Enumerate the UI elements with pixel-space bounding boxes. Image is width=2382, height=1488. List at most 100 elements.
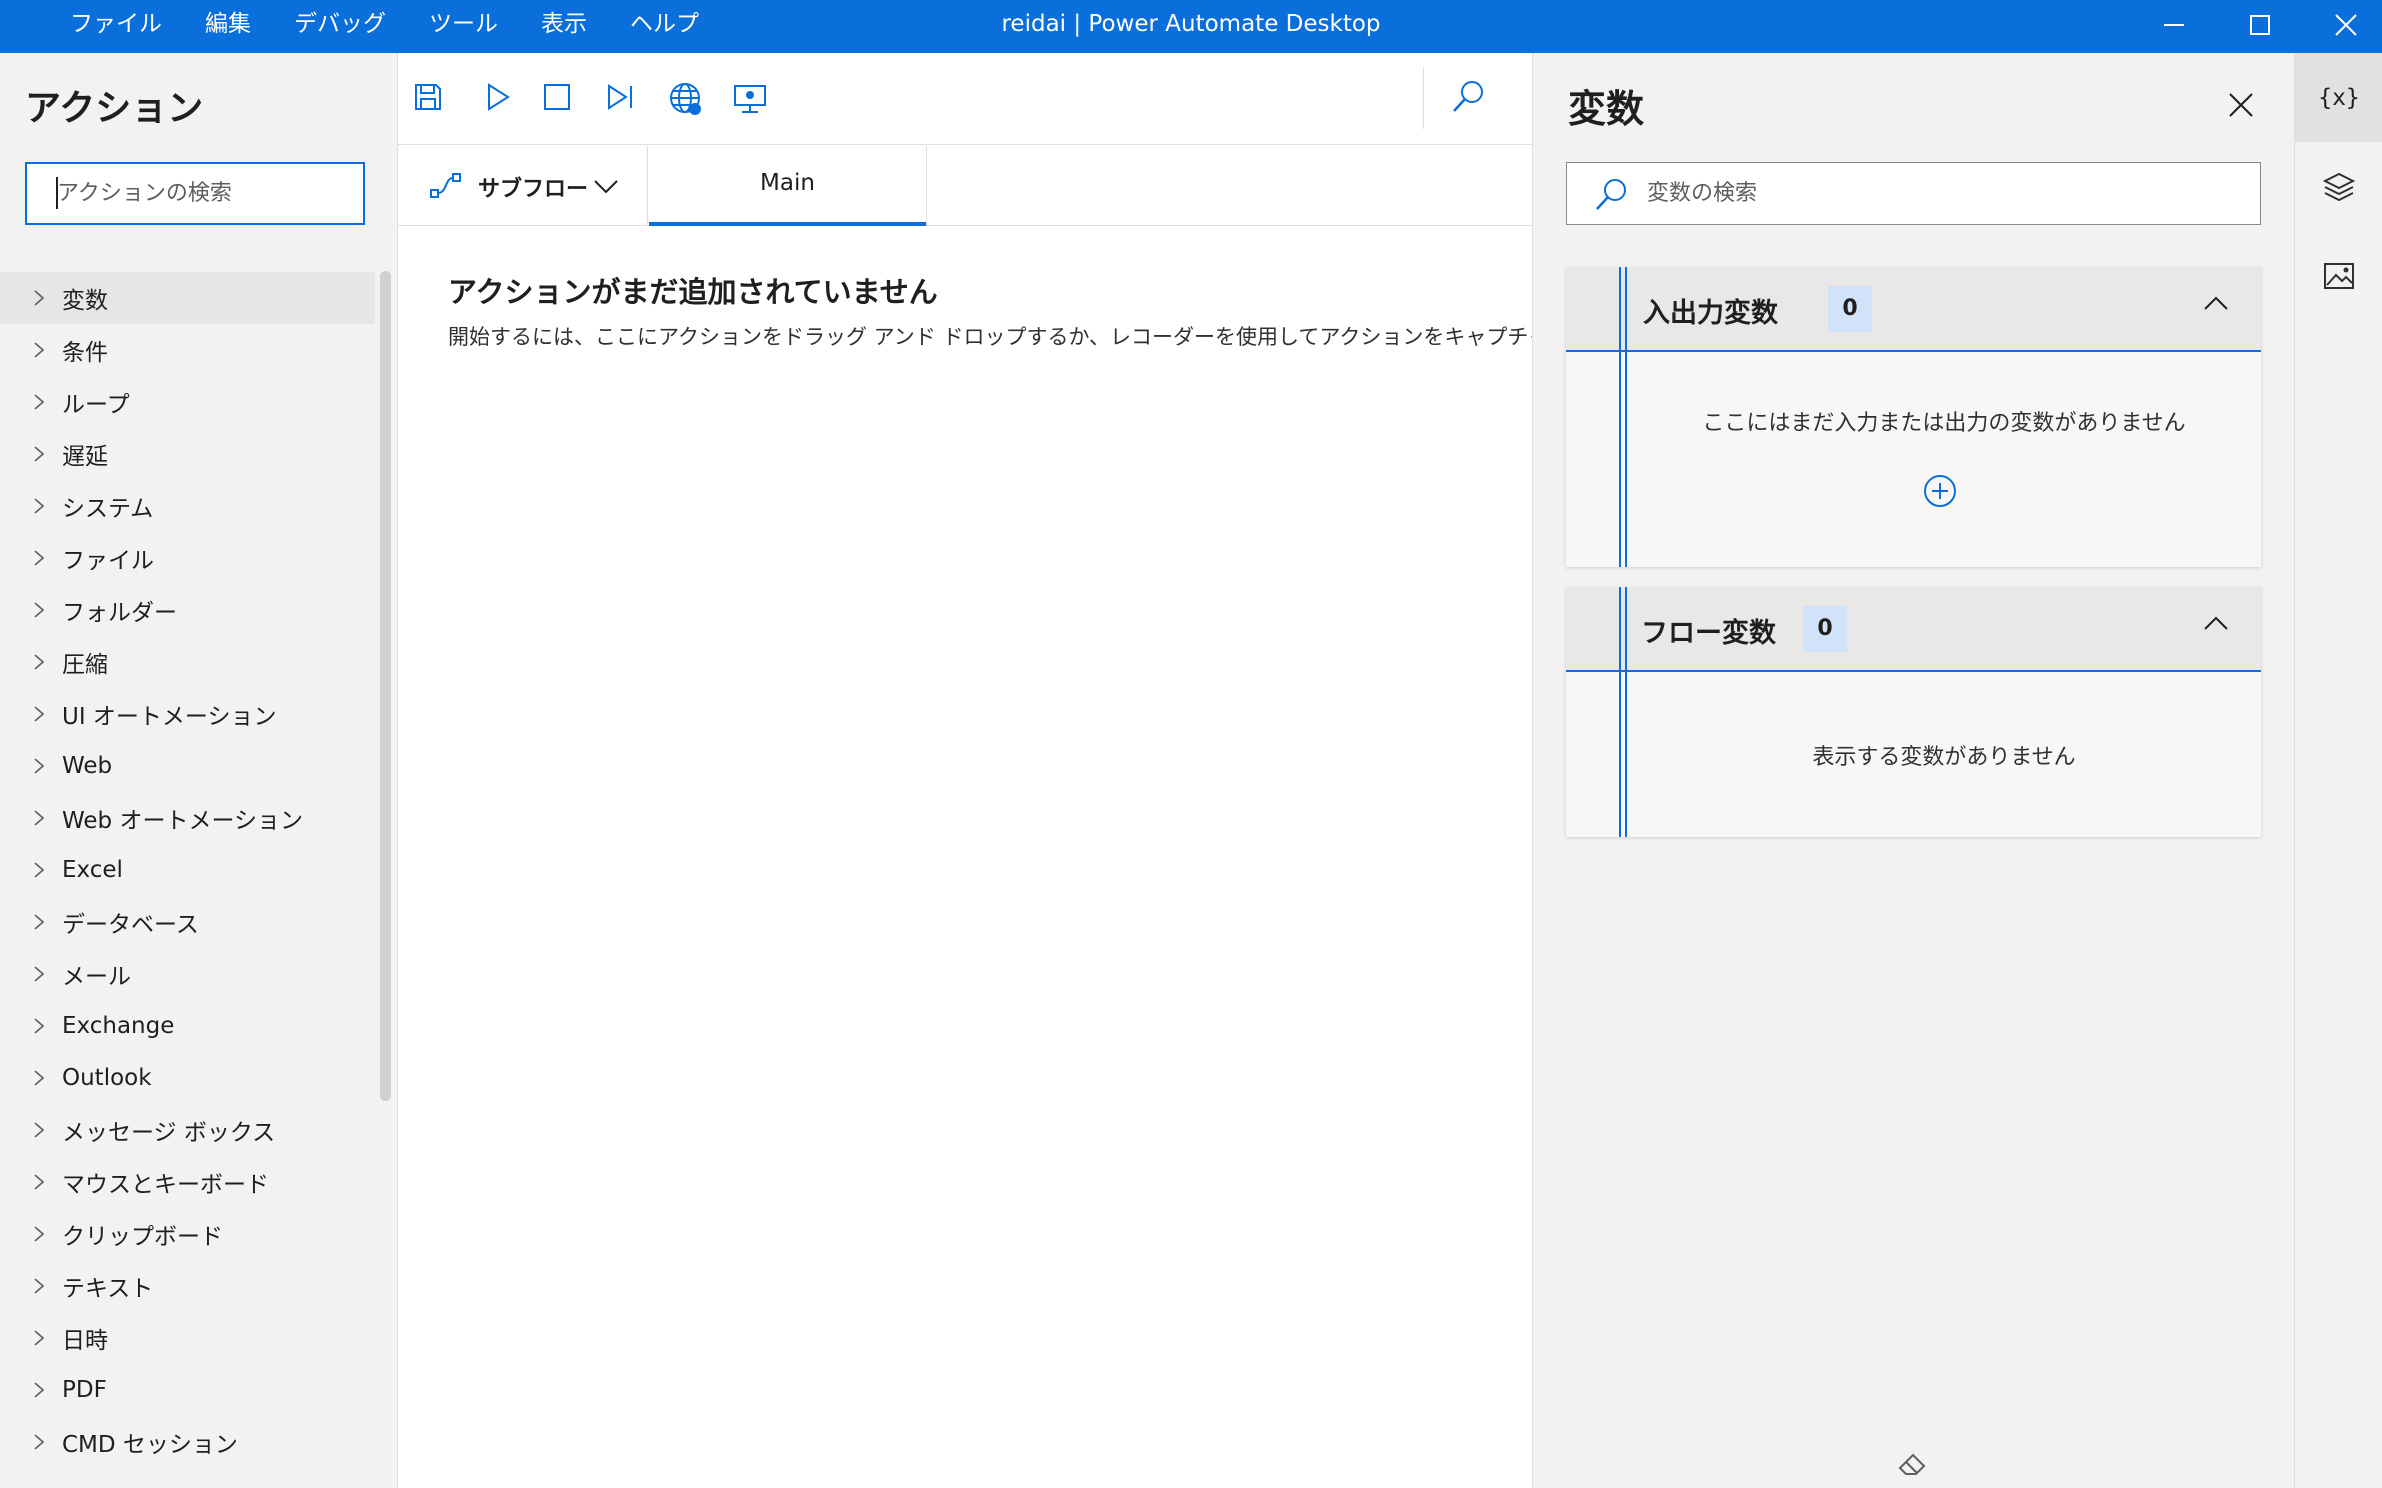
chevron-right-icon — [34, 1330, 45, 1346]
action-category[interactable]: UI オートメーション — [0, 688, 375, 740]
action-category[interactable]: テキスト — [0, 1260, 375, 1312]
chevron-right-icon — [34, 602, 45, 618]
close-icon — [2335, 14, 2357, 36]
variable-search-input[interactable] — [1645, 173, 2235, 213]
variables-panel: 変数 入出力変数 0 ここにはまだ入力または出力の変数がありません — [1532, 53, 2294, 1488]
action-category-label: Outlook — [62, 1065, 152, 1091]
action-tree: 変数条件ループ遅延 システム ファイル フォルダー 圧縮 UI オートメーション Web We… — [0, 272, 375, 1468]
flow-variables-empty-text: 表示する変数がありません — [1812, 745, 2076, 770]
actions-panel-title: アクション — [25, 88, 204, 129]
io-variables-section: 入出力変数 0 ここにはまだ入力または出力の変数がありません — [1566, 267, 2261, 567]
action-category[interactable]: マウスとキーボード — [0, 1156, 375, 1208]
empty-flow-description: 開始するには、ここにアクションをドラッグ アンド ドロップするか、レコーダーを使… — [448, 325, 1613, 349]
action-category-label: テキスト — [62, 1276, 154, 1302]
action-category-label: UI オートメーション — [62, 704, 277, 730]
io-variables-title: 入出力変数 — [1643, 298, 1778, 329]
title-bar: ファイル 編集 デバッグ ツール 表示 ヘルプ reidai | Power A… — [0, 0, 2382, 53]
empty-flow-title: アクションがまだ追加されていません — [448, 275, 938, 309]
variable-search-box — [1566, 162, 2261, 225]
step-forward-icon — [608, 84, 632, 110]
maximize-icon — [2250, 15, 2270, 35]
action-category[interactable]: PDF — [0, 1364, 375, 1416]
chevron-right-icon — [34, 290, 45, 306]
action-category-label: ループ — [62, 392, 130, 418]
menu-view[interactable]: 表示 — [541, 0, 587, 53]
image-icon — [2324, 262, 2354, 289]
chevron-right-icon — [34, 550, 45, 566]
search-flow-button[interactable] — [1450, 79, 1490, 119]
menu-file[interactable]: ファイル — [70, 0, 162, 53]
action-category-label: CMD セッション — [62, 1432, 238, 1458]
menu-debug[interactable]: デバッグ — [294, 0, 386, 53]
close-window-button[interactable] — [2302, 0, 2382, 50]
variables-panel-title: 変数 — [1568, 87, 1645, 131]
run-button[interactable] — [482, 81, 522, 121]
action-category[interactable]: メッセージ ボックス — [0, 1104, 375, 1156]
ui-elements-rail-button[interactable] — [2295, 142, 2382, 231]
action-category[interactable]: ファイル — [0, 532, 375, 584]
chevron-right-icon — [34, 1382, 45, 1398]
actions-panel: アクション 変数条件ループ遅延システムファイルフォルダー圧縮 UI オートメーショ… — [0, 53, 398, 1488]
action-category[interactable]: 条件 — [0, 324, 375, 376]
maximize-button[interactable] — [2216, 0, 2304, 50]
chevron-right-icon — [34, 1174, 45, 1190]
action-category[interactable]: 変数 — [0, 272, 375, 324]
run-next-action-button[interactable] — [604, 81, 644, 121]
subflow-icon — [430, 173, 461, 198]
tab-main[interactable]: Main — [649, 146, 927, 226]
menu-edit[interactable]: 編集 — [205, 0, 251, 53]
action-category[interactable]: Web オートメーション — [0, 792, 375, 844]
add-circle-icon — [1924, 475, 1956, 507]
images-rail-button[interactable] — [2295, 231, 2382, 320]
chevron-right-icon — [34, 758, 45, 774]
minimize-icon — [2164, 24, 2184, 26]
action-search-input[interactable] — [25, 162, 365, 225]
action-category[interactable]: システム — [0, 480, 375, 532]
chevron-right-icon — [34, 1070, 45, 1086]
web-recorder-button[interactable] — [668, 81, 708, 121]
action-category[interactable]: Excel — [0, 844, 375, 896]
action-category-label: クリップボード — [62, 1224, 223, 1250]
chevron-right-icon — [34, 706, 45, 722]
stop-button[interactable] — [541, 81, 581, 121]
add-io-variable-button[interactable] — [1923, 474, 1957, 512]
action-category[interactable]: 遅延 — [0, 428, 375, 480]
chevron-right-icon — [34, 1122, 45, 1138]
action-category[interactable]: Web — [0, 740, 375, 792]
action-category[interactable]: データベース — [0, 896, 375, 948]
chevron-right-icon — [34, 914, 45, 930]
chevron-up-icon[interactable] — [2203, 615, 2229, 631]
action-category[interactable]: メール — [0, 948, 375, 1000]
minimize-button[interactable] — [2130, 0, 2218, 50]
action-category[interactable]: 日時 — [0, 1312, 375, 1364]
action-category[interactable]: 圧縮 — [0, 636, 375, 688]
globe-icon — [670, 83, 701, 115]
io-variables-count-badge: 0 — [1828, 286, 1872, 332]
action-category[interactable]: ループ — [0, 376, 375, 428]
actions-scrollbar[interactable] — [380, 271, 391, 1101]
menu-tools[interactable]: ツール — [429, 0, 498, 53]
menu-help[interactable]: ヘルプ — [630, 0, 699, 53]
eraser-icon — [1898, 1453, 1926, 1475]
save-button[interactable] — [412, 81, 452, 121]
action-category-label: 日時 — [62, 1328, 108, 1354]
flow-editor: サブフロー Main アクションがまだ追加されていません 開始するには、ここにア… — [398, 53, 1612, 1488]
io-variables-header[interactable]: 入出力変数 0 — [1566, 267, 2261, 352]
search-icon — [1453, 81, 1483, 112]
action-category-label: 条件 — [62, 340, 108, 366]
chevron-up-icon[interactable] — [2203, 295, 2229, 311]
play-icon — [488, 83, 510, 111]
subflow-dropdown[interactable]: サブフロー — [398, 146, 648, 226]
action-category[interactable]: クリップボード — [0, 1208, 375, 1260]
action-category[interactable]: Exchange — [0, 1000, 375, 1052]
action-category[interactable]: フォルダー — [0, 584, 375, 636]
close-variables-panel-button[interactable] — [2223, 87, 2259, 123]
variables-rail-button[interactable]: {x} — [2295, 53, 2382, 142]
action-category-label: マウスとキーボード — [62, 1172, 269, 1198]
action-category[interactable]: Outlook — [0, 1052, 375, 1104]
desktop-recorder-button[interactable] — [732, 81, 772, 121]
flow-variables-header[interactable]: フロー変数 0 — [1566, 587, 2261, 672]
variables-icon: {x} — [2318, 84, 2360, 111]
clear-variables-button[interactable] — [1896, 1448, 1930, 1482]
action-category[interactable]: CMD セッション — [0, 1416, 375, 1468]
